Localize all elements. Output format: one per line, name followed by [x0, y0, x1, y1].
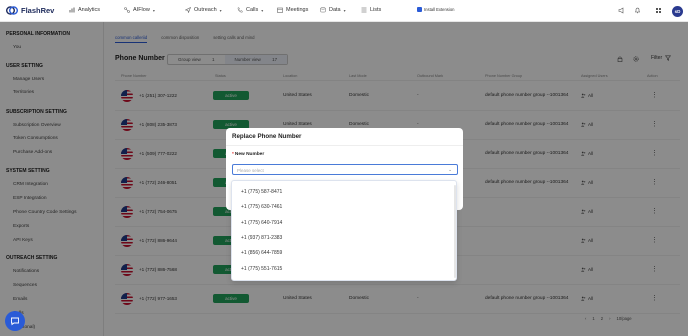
- app-logo[interactable]: FlashRev: [6, 6, 54, 15]
- chevron-down-icon: ▾: [219, 7, 222, 13]
- phone-icon: [237, 7, 243, 13]
- nav-label: Data: [329, 7, 341, 13]
- field-label-text: New Number: [234, 152, 265, 157]
- number-options-dropdown: +1 (775) 587-8471 +1 (775) 630-7461 +1 (…: [231, 180, 457, 281]
- bell-icon[interactable]: [634, 7, 641, 14]
- flow-icon: [124, 7, 130, 13]
- send-icon: [185, 7, 191, 13]
- nav-label: AIFlow: [133, 7, 150, 13]
- chevron-down-icon: ▾: [152, 7, 155, 13]
- install-extension-button[interactable]: Install Extension: [417, 7, 455, 12]
- dropdown-option[interactable]: +1 (775) 587-8471: [241, 189, 282, 195]
- dropdown-option[interactable]: +1 (775) 630-7461: [241, 204, 282, 210]
- chevron-down-icon: ▾: [261, 7, 264, 13]
- app-name: FlashRev: [21, 6, 55, 15]
- chevron-down-icon: ⌄: [448, 167, 452, 172]
- dropdown-option[interactable]: +1 (937) 871-2383: [241, 235, 282, 241]
- dropdown-option[interactable]: +1 (856) 644-7859: [241, 250, 282, 256]
- nav-label: Lists: [370, 7, 382, 13]
- nav-meetings[interactable]: Meetings: [277, 7, 308, 13]
- nav-outreach[interactable]: Outreach ▾: [185, 7, 222, 13]
- chat-icon: [11, 317, 19, 326]
- calendar-icon: [277, 7, 283, 13]
- select-placeholder: Please select: [237, 168, 264, 173]
- nav-calls[interactable]: Calls ▾: [237, 7, 263, 13]
- new-number-select[interactable]: Please select ⌄: [232, 164, 458, 175]
- top-navigation-bar: FlashRev Analytics AIFlow ▾ Outreach ▾ C…: [0, 0, 688, 22]
- extension-icon: [417, 7, 422, 12]
- nav-label: Calls: [246, 7, 259, 13]
- modal-title: Replace Phone Number: [232, 133, 302, 140]
- new-number-label: *New Number: [232, 152, 264, 157]
- chart-icon: [69, 7, 75, 13]
- required-marker: *: [232, 152, 234, 157]
- nav-analytics[interactable]: Analytics: [69, 7, 100, 13]
- announcement-icon[interactable]: [618, 7, 625, 14]
- database-icon: [320, 7, 326, 13]
- chat-support-button[interactable]: [5, 311, 25, 331]
- flashrev-logo-icon: [6, 6, 18, 15]
- dropdown-option[interactable]: +1 (775) 551-7615: [241, 266, 282, 272]
- apps-grid-icon[interactable]: [655, 7, 662, 14]
- install-extension-label: Install Extension: [424, 7, 455, 12]
- nav-label: Analytics: [78, 7, 101, 13]
- list-icon: [361, 7, 367, 13]
- dropdown-scrollbar[interactable]: [454, 185, 456, 278]
- nav-label: Outreach: [194, 7, 217, 13]
- nav-aiflow[interactable]: AIFlow ▾: [124, 7, 155, 13]
- nav-label: Meetings: [286, 7, 309, 13]
- modal-divider: [226, 145, 463, 146]
- nav-lists[interactable]: Lists: [361, 7, 381, 13]
- chevron-down-icon: ▾: [343, 7, 346, 13]
- dropdown-option[interactable]: +1 (775) 640-7914: [241, 220, 282, 226]
- nav-data[interactable]: Data ▾: [320, 7, 346, 13]
- user-avatar[interactable]: sD: [672, 6, 683, 17]
